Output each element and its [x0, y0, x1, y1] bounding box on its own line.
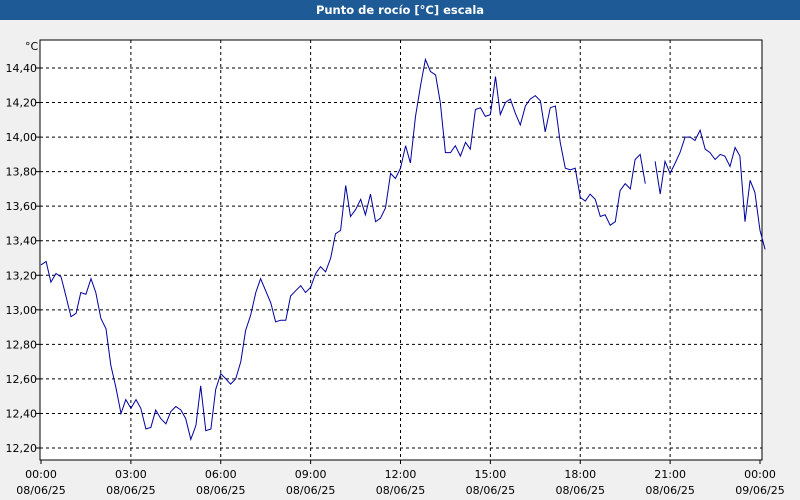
x-tick-time: 15:00 — [475, 468, 507, 481]
x-tick-time: 00:00 — [25, 468, 57, 481]
x-tick-date: 08/06/25 — [645, 484, 694, 497]
x-tick-date: 08/06/25 — [286, 484, 335, 497]
x-tick-time: 18:00 — [564, 468, 596, 481]
y-tick-label: 12,80 — [6, 338, 38, 351]
y-tick-label: 14,20 — [6, 97, 38, 110]
x-axis: 00:00 08/06/25 03:00 08/06/25 06:00 08/06/25 0… — [16, 460, 785, 497]
y-axis: 12,20 12,40 12,60 12,80 13,00 13,20 13,40 13,60… — [6, 62, 40, 455]
x-tick-date: 08/06/25 — [466, 484, 515, 497]
x-tick-time: 09:00 — [295, 468, 327, 481]
x-tick-time: 03:00 — [115, 468, 147, 481]
y-tick-label: 13,40 — [6, 235, 38, 248]
y-tick-label: 12,20 — [6, 442, 38, 455]
x-tick-date: 09/06/25 — [735, 484, 784, 497]
y-tick-label: 14,00 — [6, 131, 38, 144]
x-tick-date: 08/06/25 — [106, 484, 155, 497]
x-tick-date: 08/06/25 — [16, 484, 65, 497]
x-tick-date: 08/06/25 — [196, 484, 245, 497]
y-tick-label: 12,40 — [6, 407, 38, 420]
x-tick-time: 21:00 — [654, 468, 686, 481]
x-tick-time: 00:00 — [744, 468, 776, 481]
y-axis-unit: °C — [25, 40, 39, 53]
y-tick-label: 14,40 — [6, 62, 38, 75]
y-tick-label: 12,60 — [6, 373, 38, 386]
y-tick-label: 13,60 — [6, 200, 38, 213]
y-tick-label: 13,00 — [6, 304, 38, 317]
dew-point-chart: 12,20 12,40 12,60 12,80 13,00 13,20 13,40 13,60… — [6, 39, 785, 497]
x-tick-date: 08/06/25 — [556, 484, 605, 497]
y-tick-label: 13,80 — [6, 166, 38, 179]
y-tick-label: 13,20 — [6, 269, 38, 282]
x-tick-time: 06:00 — [205, 468, 237, 481]
x-tick-date: 08/06/25 — [376, 484, 425, 497]
x-tick-time: 12:00 — [385, 468, 417, 481]
